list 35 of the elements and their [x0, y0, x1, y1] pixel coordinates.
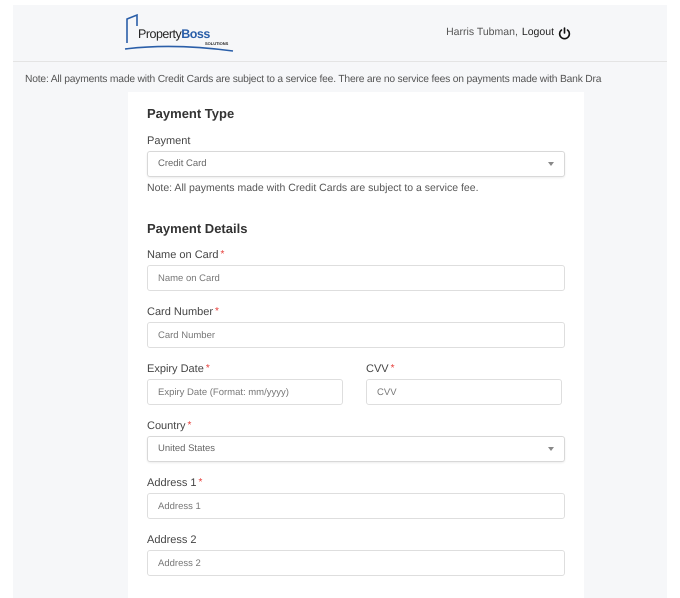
- input-field[interactable]: Address 2: [147, 550, 565, 576]
- required-mark: *: [215, 305, 219, 320]
- caret-icon: [548, 447, 554, 452]
- input-field[interactable]: Name on Card: [147, 265, 565, 292]
- select-field[interactable]: United States: [147, 436, 565, 462]
- field-label: Address 1: [147, 476, 197, 492]
- required-mark: *: [220, 248, 224, 262]
- power-icon[interactable]: [558, 26, 571, 40]
- select-value: United States: [158, 442, 216, 456]
- logout-link[interactable]: Logout: [522, 25, 554, 41]
- input-field[interactable]: Address 1: [147, 493, 565, 520]
- logo-icon: [123, 13, 235, 53]
- field-label: Name on Card: [147, 248, 219, 264]
- field-label: Card Number: [147, 305, 214, 320]
- field-label: CVV: [366, 362, 389, 378]
- select-value: Credit Card: [158, 156, 207, 171]
- notice-text: Note: All payments made with Credit Cards are subject to a service fee. There are no service fees on payments made with Bank Dra: [25, 73, 602, 87]
- field-label: Country: [147, 419, 186, 434]
- field-label: Address 2: [147, 533, 197, 548]
- input-field[interactable]: Expiry Date (Format: mm/yyyy): [147, 379, 343, 406]
- input-field[interactable]: CVV: [366, 379, 562, 406]
- required-mark: *: [188, 419, 192, 434]
- logo-text[interactable]: PropertyBoss: [138, 28, 210, 40]
- section-heading: Payment Details: [147, 220, 248, 238]
- input-field[interactable]: Card Number: [147, 322, 565, 348]
- required-mark: *: [206, 362, 210, 376]
- field-note: Note: All payments made with Credit Cards are subject to a service fee.: [147, 180, 480, 196]
- field-label: Payment: [147, 134, 190, 149]
- required-mark: *: [198, 476, 202, 490]
- required-mark: *: [390, 362, 395, 376]
- caret-icon: [548, 162, 554, 166]
- select-field[interactable]: Credit Card: [147, 150, 565, 177]
- user-name: Harris Tubman,: [446, 25, 518, 40]
- field-label: Expiry Date: [147, 362, 204, 378]
- section-heading: Payment Type: [147, 105, 236, 124]
